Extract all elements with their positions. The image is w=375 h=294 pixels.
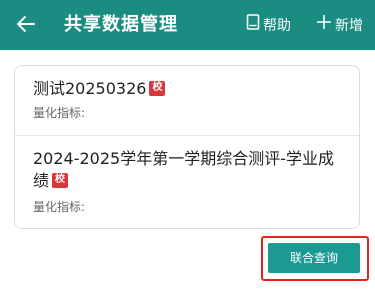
add-button[interactable]: 新增: [316, 14, 363, 37]
list-item[interactable]: 2024-2025学年第一学期综合测评-学业成绩校 量化指标:: [15, 136, 359, 230]
plus-icon: [316, 14, 332, 37]
back-arrow-icon[interactable]: [14, 12, 38, 36]
top-bar: 共享数据管理 帮助 新增: [0, 0, 375, 50]
item-title: 测试20250326 校: [33, 78, 166, 100]
school-badge: 校: [149, 81, 166, 96]
metric-label: 量化指标:: [33, 106, 86, 120]
help-button[interactable]: 帮助: [246, 14, 291, 37]
help-label: 帮助: [263, 17, 291, 34]
metric-label: 量化指标:: [33, 200, 86, 214]
page-title: 共享数据管理: [64, 14, 178, 35]
school-badge: 校: [52, 173, 69, 188]
help-document-icon: [246, 14, 260, 37]
add-label: 新增: [335, 17, 363, 34]
item-name-text: 2024-2025学年第一学期综合测评-学业成绩: [33, 149, 334, 190]
joint-query-button[interactable]: 联合查询: [268, 243, 360, 273]
item-title: 2024-2025学年第一学期综合测评-学业成绩校: [33, 148, 345, 192]
shared-data-list: 测试20250326 校 量化指标: 2024-2025学年第一学期综合测评-学业…: [14, 65, 360, 229]
list-item[interactable]: 测试20250326 校 量化指标:: [15, 66, 359, 136]
item-name-text: 测试20250326: [33, 79, 147, 98]
